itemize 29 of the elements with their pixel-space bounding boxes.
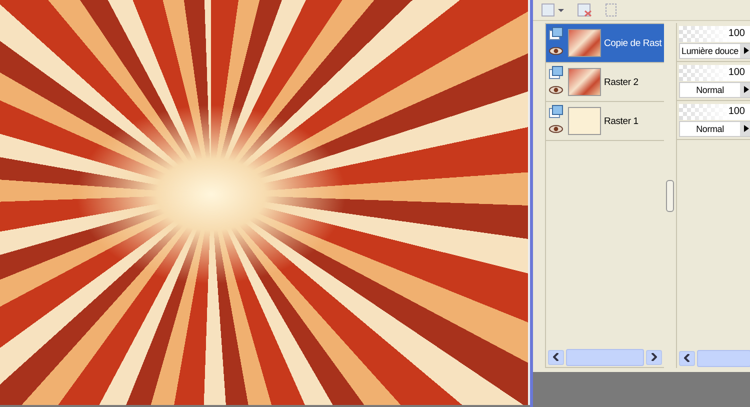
layer-icon [549, 104, 563, 118]
panel-splitter[interactable] [666, 180, 674, 212]
scroll-left-button[interactable] [548, 350, 564, 364]
chevron-left-icon [553, 353, 559, 361]
layer-row[interactable]: Copie de Rast [546, 24, 664, 63]
layer-name: Copie de Rast [604, 38, 662, 48]
scroll-left-button[interactable] [679, 350, 695, 366]
delete-layer-icon[interactable] [577, 3, 593, 17]
new-layer-icon[interactable] [541, 3, 565, 17]
layer-icon [549, 26, 563, 40]
layer-thumbnail [568, 68, 601, 96]
layer-thumbnail [568, 107, 601, 135]
scrollbar-thumb[interactable] [566, 348, 644, 366]
chevron-left-icon [684, 354, 690, 362]
scroll-right-button[interactable] [646, 350, 662, 364]
opacity-field[interactable]: 100 [679, 64, 750, 80]
scrollbar-thumb[interactable] [697, 350, 750, 366]
opacity-field[interactable]: 100 [679, 26, 750, 42]
layer-name: Raster 2 [604, 76, 638, 88]
layer-icon [549, 66, 563, 78]
eye-icon[interactable] [549, 124, 563, 132]
layer-row[interactable]: Raster 1 [546, 102, 664, 141]
opacity-field[interactable]: 100 [679, 104, 750, 120]
layer-row[interactable]: Raster 2 [546, 63, 664, 102]
layer-name: Raster 1 [604, 116, 638, 126]
eye-icon[interactable] [549, 46, 563, 54]
eye-icon[interactable] [549, 86, 563, 94]
layer-thumbnail [568, 29, 601, 57]
chevron-right-icon [651, 353, 657, 361]
